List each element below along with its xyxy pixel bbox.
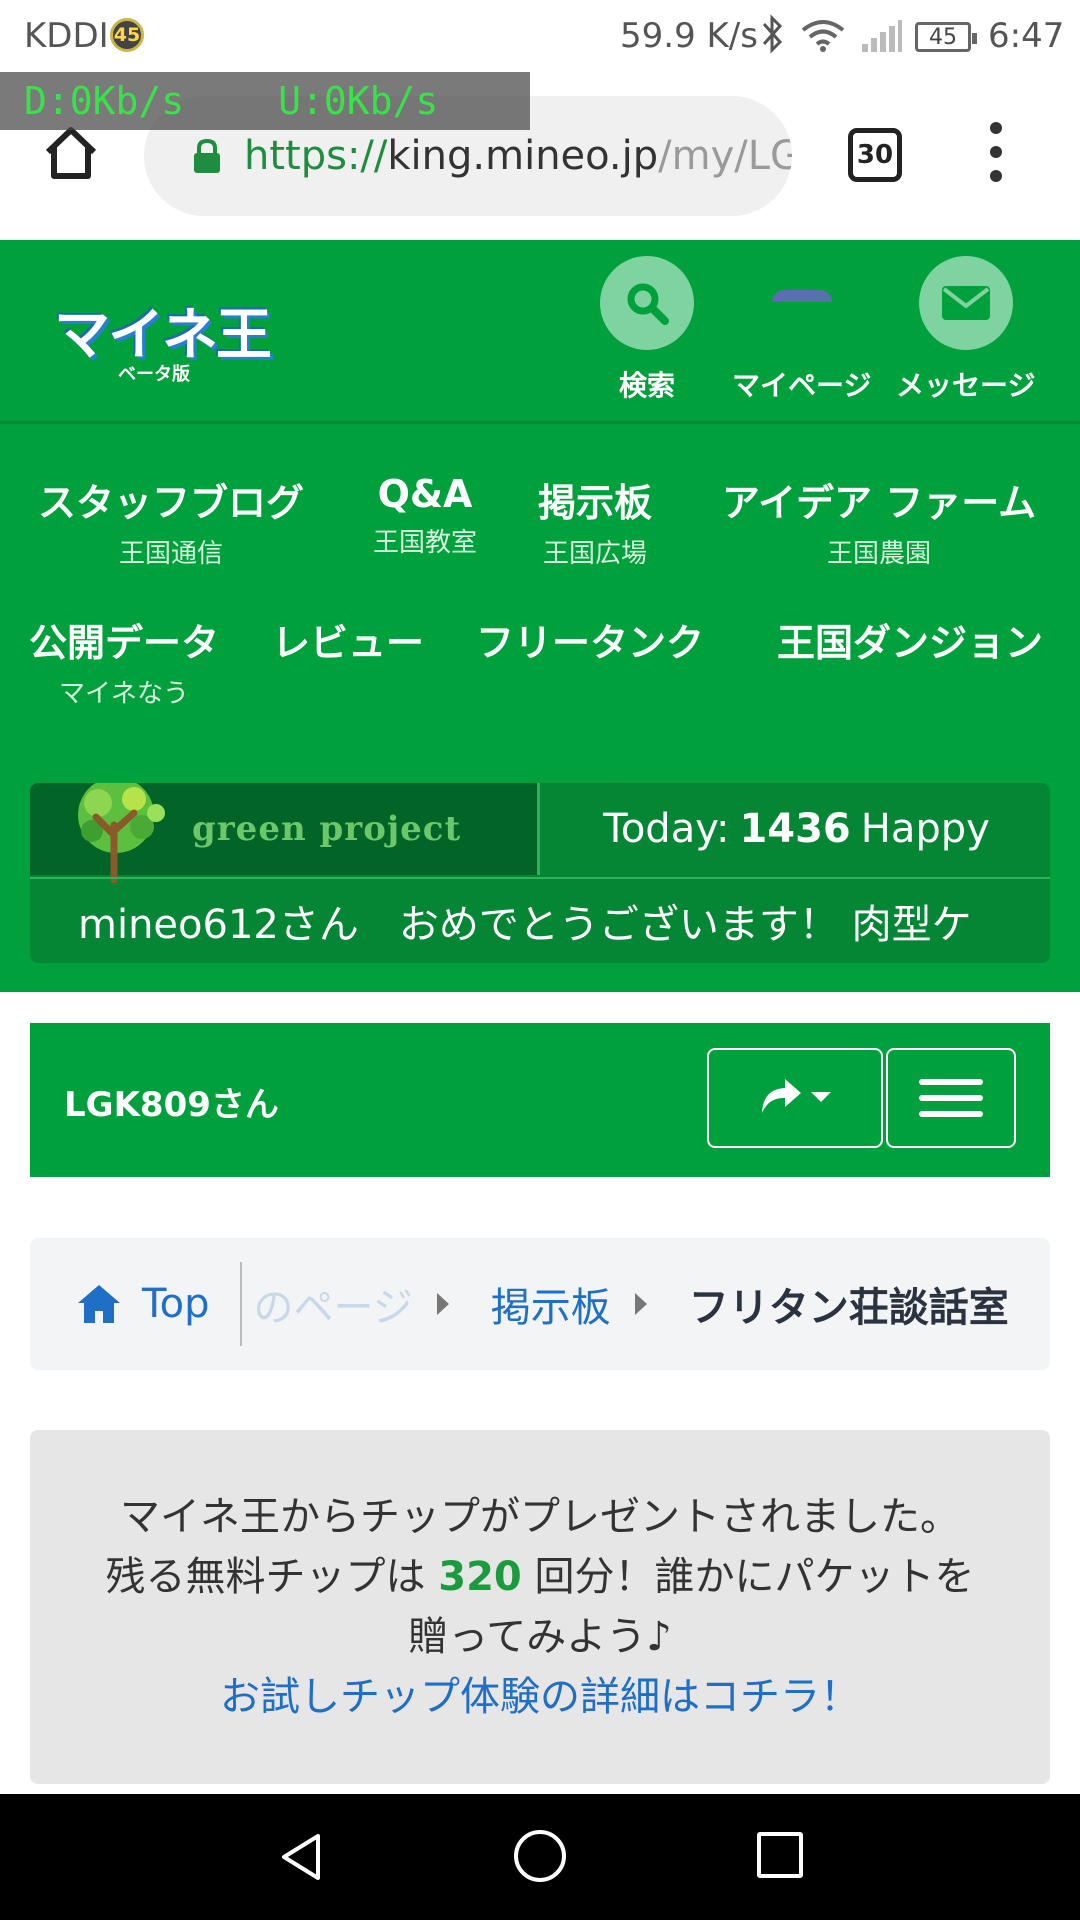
nav-item-sublabel: 王国農園 (826, 539, 931, 569)
upload-speed: U:0Kb/s (278, 79, 439, 123)
tip-line3: 贈ってみよう♪ (408, 1614, 672, 1660)
wifi-icon (800, 18, 846, 61)
clock: 6:47 (988, 16, 1065, 56)
message-label: メッセージ (896, 369, 1036, 402)
tree-icon (58, 783, 178, 885)
system-nav-bar (0, 1794, 1080, 1920)
nav-item-free-tank[interactable]: フリータンク (474, 612, 706, 667)
nav-item-label: フリータンク (475, 621, 704, 665)
tip-line1: マイネ王からチップがプレゼントされました。 (120, 1494, 960, 1540)
nav-item-dungeon[interactable]: 王国ダンジョン (772, 612, 1048, 667)
green-project-title: green project (192, 809, 462, 849)
notification-badge-icon: 45 (110, 18, 144, 52)
mypage-label: マイページ (732, 369, 872, 402)
green-project-logo: green project (30, 783, 540, 885)
nav-item-sublabel: 王国教室 (372, 528, 477, 558)
nav-item-sublabel: マイネなう (58, 679, 189, 709)
tip-line2-pre: 残る無料チップは (105, 1554, 439, 1600)
home-circle-icon[interactable] (514, 1830, 566, 1882)
breadcrumb-arrow-icon (634, 1293, 647, 1315)
nav-item-qa[interactable]: Q&A 王国教室 (360, 472, 490, 559)
more-vert-icon[interactable] (986, 122, 1006, 182)
nav-item-label: 王国ダンジョン (776, 621, 1043, 665)
nav-item-sublabel: 王国通信 (118, 539, 223, 569)
breadcrumb-home[interactable]: Top (76, 1281, 210, 1327)
breadcrumb-home-label: Top (142, 1281, 210, 1327)
lock-icon (192, 138, 222, 174)
nav-item-label: 公開データ (28, 621, 219, 665)
home-icon[interactable] (42, 124, 100, 182)
tip-notice: マイネ王からチップがプレゼントされました。 残る無料チップは 320 回分！誰か… (30, 1430, 1050, 1784)
caret-down-icon (811, 1089, 831, 1108)
hamburger-icon[interactable] (886, 1048, 1016, 1148)
breadcrumb-board[interactable]: 掲示板 (491, 1275, 611, 1333)
tab-switcher-icon[interactable]: 30 (848, 128, 902, 182)
happy-counter: Today: 1436 Happy (543, 783, 1050, 875)
home-icon (78, 1285, 120, 1323)
site-header: マイネ王 ベータ版 検索 マイページ メッセージ (0, 240, 1080, 424)
logo-subtitle: ベータ版 (118, 364, 190, 385)
nav-item-label: アイデア ファーム (721, 481, 1037, 525)
url-host: king.mineo.jp (387, 133, 659, 179)
search-icon (600, 256, 694, 350)
breadcrumb: Top のページ 掲示板 フリタン荘談話室 (30, 1238, 1050, 1370)
bluetooth-icon (760, 14, 786, 63)
envelope-icon (918, 256, 1013, 350)
nav-item-staff-blog[interactable]: スタッフブログ 王国通信 (36, 472, 306, 570)
mypage-button[interactable]: マイページ (732, 256, 871, 404)
username: LGK809さん (64, 1085, 279, 1125)
search-button[interactable]: 検索 (600, 256, 694, 404)
nav-item-idea-farm[interactable]: アイデア ファーム 王国農園 (718, 472, 1040, 570)
breadcrumb-faded[interactable]: のページ (254, 1275, 413, 1333)
tip-details-link[interactable]: お試しチップ体験の詳細はコチラ！ (220, 1667, 860, 1727)
url-scheme: https:// (244, 133, 388, 179)
tip-remaining-count: 320 (438, 1554, 522, 1600)
user-bar: LGK809さん (30, 1023, 1050, 1177)
recent-apps-icon[interactable] (757, 1832, 803, 1878)
battery-icon: 45 (915, 22, 977, 52)
nav-item-label: 掲示板 (537, 481, 652, 525)
mypage-avatar-icon (755, 256, 849, 350)
url-path: /my/LG (658, 133, 792, 179)
share-button[interactable] (707, 1048, 883, 1148)
back-icon[interactable] (278, 1832, 324, 1886)
search-label: 検索 (618, 369, 675, 402)
nav-item-sublabel: 王国広場 (542, 539, 647, 569)
breadcrumb-divider (239, 1262, 242, 1346)
status-bar: KDDI 45 59.9 K/s 45 6:47 (0, 0, 1080, 72)
breadcrumb-current: フリタン荘談話室 (688, 1285, 1009, 1331)
today-suffix: Happy (860, 806, 990, 852)
cell-signal-icon (862, 20, 902, 61)
net-speed-overlay: D:0Kb/s U:0Kb/s (0, 72, 530, 130)
today-count: 1436 (739, 806, 851, 852)
today-label: Today: (603, 806, 730, 852)
message-button[interactable]: メッセージ (896, 256, 1035, 404)
nav-item-review[interactable]: レビュー (268, 612, 428, 667)
tip-line2-post: 回分！誰かにパケットを (521, 1554, 975, 1600)
download-speed: D:0Kb/s (24, 79, 185, 123)
tip-line2: 残る無料チップは 320 回分！誰かにパケットを (106, 1547, 975, 1607)
site-logo[interactable]: マイネ王 (54, 290, 272, 371)
network-speed: 59.9 K/s (620, 16, 758, 56)
congrats-ticker: mineo612さん おめでとうございます！ 肉型ケ (30, 877, 1050, 963)
nav-item-board[interactable]: 掲示板 王国広場 (530, 472, 660, 570)
green-project-banner[interactable]: green project Today: 1436 Happy mineo612… (30, 783, 1050, 963)
nav-item-label: Q&A (377, 472, 473, 516)
nav-item-public-data[interactable]: 公開データ マイネなう (26, 612, 222, 710)
breadcrumb-arrow-icon (436, 1293, 449, 1315)
share-icon (759, 1077, 803, 1119)
nav-item-label: レビュー (271, 621, 424, 665)
carrier-label: KDDI (24, 16, 109, 56)
nav-item-label: スタッフブログ (37, 481, 304, 525)
